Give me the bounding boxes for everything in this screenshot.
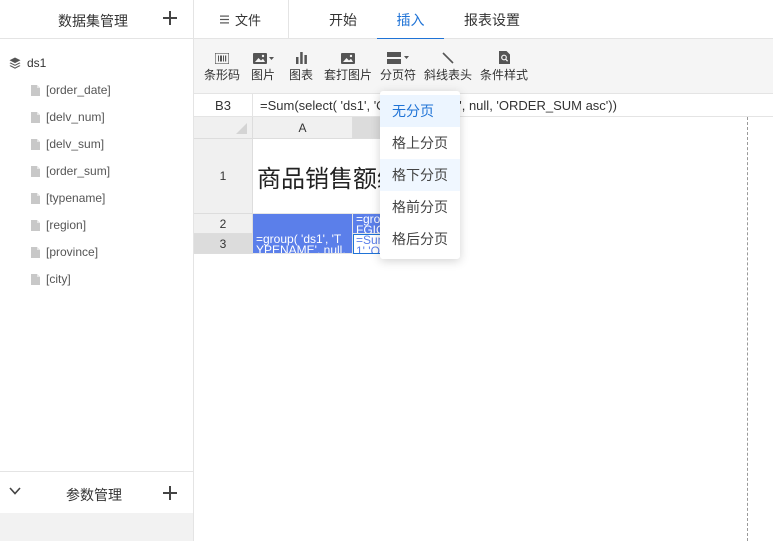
cell-b2-line2: FGIO bbox=[356, 223, 380, 234]
cell-b2[interactable]: =gro FGIO bbox=[353, 214, 381, 234]
page-break-icon bbox=[386, 52, 409, 64]
tree-item-delv-num[interactable]: [delv_num] bbox=[31, 109, 105, 125]
tree-item-label: [order_date] bbox=[46, 83, 111, 97]
image-icon bbox=[341, 53, 355, 64]
barcode-icon bbox=[215, 53, 229, 64]
cell-b3-selected[interactable]: =Sum 1' 'O bbox=[353, 234, 381, 254]
chart-button[interactable]: 图表 bbox=[285, 39, 317, 94]
spreadsheet-grid: A 1 2 3 商品销售额统计 =group( 'ds1', 'T YPENAM… bbox=[194, 117, 773, 541]
row-header-1[interactable]: 1 bbox=[194, 139, 253, 214]
tree-item-label: [delv_num] bbox=[46, 110, 105, 124]
file-icon bbox=[31, 273, 40, 285]
image-label: 图片 bbox=[250, 68, 275, 82]
column-header-b[interactable] bbox=[353, 117, 381, 139]
cell-b3-line2: 1' 'O bbox=[356, 244, 380, 254]
param-header: 参数管理 bbox=[0, 471, 193, 513]
tab-report-settings[interactable]: 报表设置 bbox=[457, 0, 527, 39]
file-menu-label: 文件 bbox=[235, 13, 262, 28]
file-icon bbox=[31, 165, 40, 177]
tree-root-label: ds1 bbox=[27, 56, 47, 70]
page-break-button[interactable]: 分页符 bbox=[379, 39, 417, 94]
page-break-dropdown: 无分页 格上分页 格下分页 格前分页 格后分页 bbox=[380, 91, 460, 259]
tree-item-city[interactable]: [city] bbox=[31, 271, 71, 287]
tree-item-label: [delv_sum] bbox=[46, 137, 105, 151]
diagonal-line-icon bbox=[442, 52, 454, 64]
tree-item-label: [region] bbox=[46, 218, 87, 232]
tree-item-label: [order_sum] bbox=[46, 164, 111, 178]
tree-item-region[interactable]: [region] bbox=[31, 217, 86, 233]
tree-item-order-sum[interactable]: [order_sum] bbox=[31, 163, 110, 179]
dropdown-item-no-break[interactable]: 无分页 bbox=[380, 95, 460, 127]
file-icon bbox=[31, 246, 40, 258]
tab-insert[interactable]: 插入 bbox=[377, 0, 444, 40]
cell-a2-a3[interactable]: =group( 'ds1', 'T YPENAME', null, bbox=[253, 214, 353, 254]
bar-chart-icon bbox=[295, 52, 307, 64]
menu-icon bbox=[220, 15, 229, 24]
column-header-a[interactable]: A bbox=[253, 117, 353, 139]
tree-item-order-date[interactable]: [order_date] bbox=[31, 82, 111, 98]
tab-start[interactable]: 开始 bbox=[312, 0, 374, 39]
print-image-button[interactable]: 套打图片 bbox=[322, 39, 374, 94]
tree-item-province[interactable]: [province] bbox=[31, 244, 98, 260]
diagonal-header-button[interactable]: 斜线表头 bbox=[423, 39, 473, 94]
dropdown-item-break-before[interactable]: 格前分页 bbox=[380, 191, 460, 223]
param-title: 参数管理 bbox=[66, 487, 122, 503]
dataset-title: 数据集管理 bbox=[58, 13, 128, 29]
image-button[interactable]: 图片 bbox=[248, 39, 278, 94]
print-image-label: 套打图片 bbox=[323, 68, 372, 82]
select-all-corner[interactable] bbox=[194, 117, 253, 139]
tree-item-delv-sum[interactable]: [delv_sum] bbox=[31, 136, 104, 152]
chart-label: 图表 bbox=[288, 68, 313, 82]
barcode-label: 条形码 bbox=[203, 68, 240, 82]
dropdown-item-break-below[interactable]: 格下分页 bbox=[380, 159, 460, 191]
formula-bar: B3 =Sum(select( 'ds1', 'ORDER_SUM', null… bbox=[194, 94, 773, 117]
tree-item-label: [typename] bbox=[46, 191, 106, 205]
diagonal-header-label: 斜线表头 bbox=[423, 68, 472, 82]
tree-item-label: [province] bbox=[46, 245, 99, 259]
row-header-3[interactable]: 3 bbox=[194, 234, 253, 254]
page-boundary-line bbox=[747, 117, 748, 541]
top-menu-bar: 文件 开始 插入 报表设置 bbox=[194, 0, 773, 40]
panel-footer bbox=[0, 513, 193, 541]
insert-toolbar: 条形码 图片 图表 套打图片 分页符 斜线表头 条件样式 bbox=[194, 39, 773, 94]
tree-item-typename[interactable]: [typename] bbox=[31, 190, 105, 206]
file-icon bbox=[31, 219, 40, 231]
cell-reference[interactable]: B3 bbox=[194, 94, 253, 117]
barcode-button[interactable]: 条形码 bbox=[202, 39, 242, 94]
cell-a3-line2: YPENAME', null, bbox=[256, 243, 346, 254]
add-param-button[interactable] bbox=[163, 486, 177, 500]
file-menu[interactable]: 文件 bbox=[194, 0, 289, 39]
chevron-down-icon[interactable] bbox=[9, 486, 21, 496]
row-header-2[interactable]: 2 bbox=[194, 214, 253, 234]
file-icon bbox=[31, 192, 40, 204]
dropdown-item-break-after[interactable]: 格后分页 bbox=[380, 223, 460, 255]
document-search-icon bbox=[498, 51, 510, 64]
layers-icon bbox=[9, 57, 21, 69]
file-icon bbox=[31, 111, 40, 123]
dataset-header: 数据集管理 bbox=[0, 0, 193, 39]
conditional-style-button[interactable]: 条件样式 bbox=[479, 39, 529, 94]
image-icon bbox=[252, 53, 274, 64]
tree-root-ds1[interactable]: ds1 bbox=[9, 55, 46, 71]
add-dataset-button[interactable] bbox=[163, 11, 177, 25]
dataset-panel: 数据集管理 ds1 [order_date] [delv_num] [delv_… bbox=[0, 0, 194, 541]
page-break-label: 分页符 bbox=[379, 68, 416, 82]
tree-item-label: [city] bbox=[46, 272, 71, 286]
file-icon bbox=[31, 138, 40, 150]
conditional-style-label: 条件样式 bbox=[479, 68, 528, 82]
file-icon bbox=[31, 84, 40, 96]
dropdown-item-break-above[interactable]: 格上分页 bbox=[380, 127, 460, 159]
